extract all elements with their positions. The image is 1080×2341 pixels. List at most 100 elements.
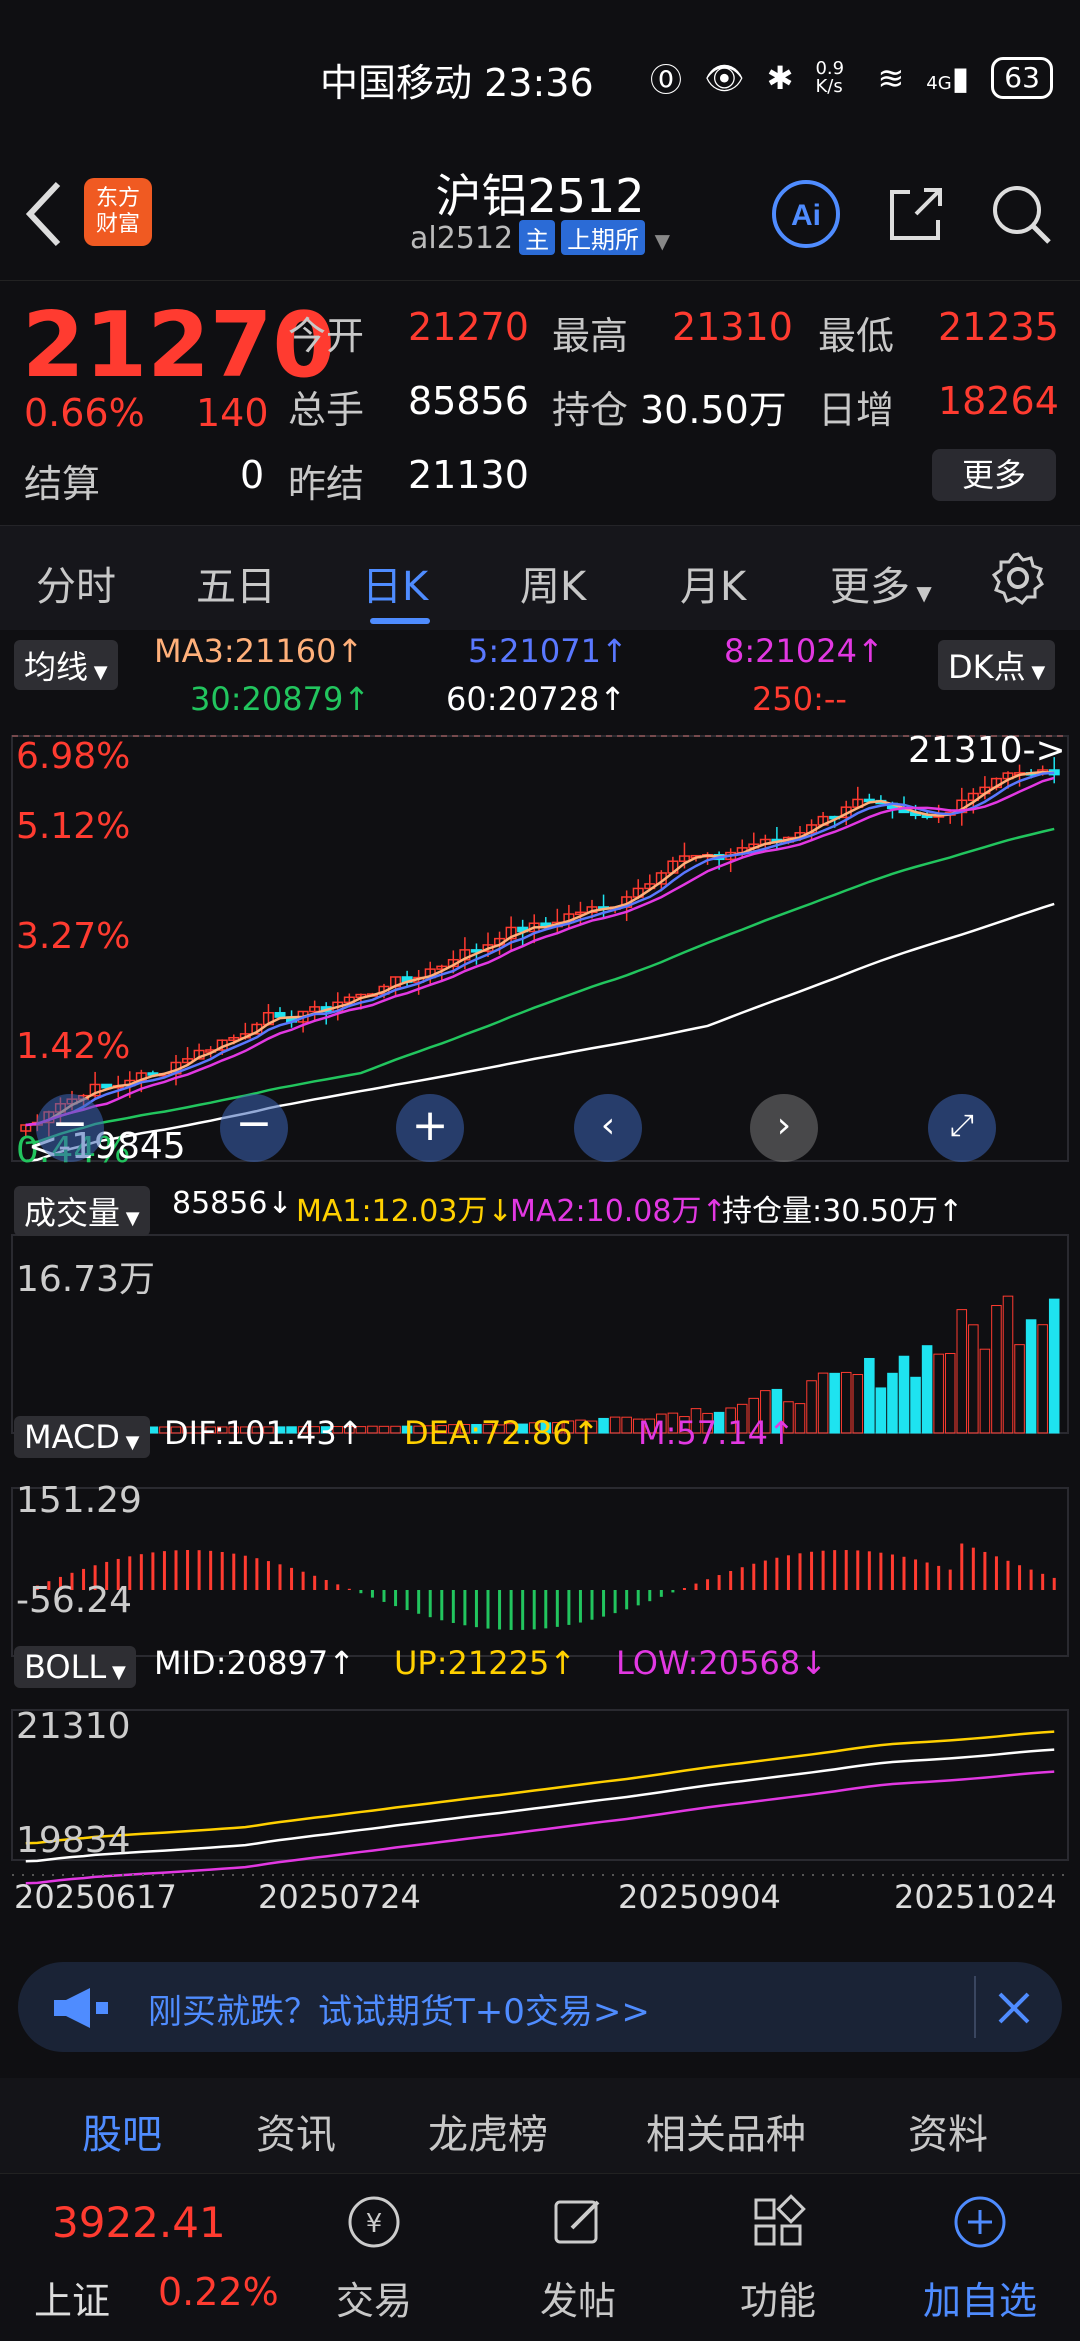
functions-icon[interactable] bbox=[748, 2192, 808, 2252]
tab-five-day[interactable]: 五日 bbox=[196, 554, 276, 612]
svg-text:Ai: Ai bbox=[791, 199, 821, 232]
tab-news[interactable]: 资讯 bbox=[256, 2102, 336, 2160]
volume-bar bbox=[979, 1348, 991, 1434]
oi-label: 持仓 bbox=[552, 388, 629, 432]
volume-bar bbox=[887, 1372, 898, 1434]
settings-icon[interactable] bbox=[990, 550, 1046, 606]
volume-value-label: 85856↓ bbox=[172, 1186, 293, 1221]
index-value[interactable]: 3922.41 bbox=[52, 2198, 226, 2247]
scroll-right-icon[interactable]: › bbox=[750, 1094, 818, 1162]
zoom-out-icon[interactable]: − bbox=[220, 1094, 288, 1162]
volume-bars bbox=[20, 1295, 1060, 1434]
battery-icon: 63 bbox=[991, 57, 1053, 99]
volume-bar bbox=[944, 1352, 956, 1434]
vol-oi-label: 持仓量:30.50万↑ bbox=[722, 1194, 964, 1229]
close-icon[interactable] bbox=[994, 1988, 1034, 2028]
high-label: 最高 bbox=[552, 314, 629, 358]
kline-candles bbox=[20, 757, 1060, 1137]
tab-related[interactable]: 相关品种 bbox=[646, 2102, 806, 2160]
status-icons: ⓪ 👁 ✱ 0.9 K/s ≋ 4G▮ 63 bbox=[650, 55, 1053, 101]
bottom-nav: 3922.41 上证 0.22% ¥ 交易 发帖 功能 加自选 bbox=[0, 2173, 1080, 2341]
tab-monthly-k[interactable]: 月K bbox=[680, 554, 746, 612]
boll-line bbox=[25, 1730, 1055, 1845]
ma-selector[interactable]: 均线 ▼ bbox=[14, 640, 118, 690]
nav-add-watchlist[interactable]: 加自选 bbox=[900, 2270, 1060, 2325]
open-value: 21270 bbox=[408, 305, 529, 349]
tab-guba[interactable]: 股吧 bbox=[82, 2102, 162, 2160]
ma30-line bbox=[25, 827, 1055, 1145]
tab-more[interactable]: 更多 ▼ bbox=[830, 554, 932, 612]
tab-profile[interactable]: 资料 bbox=[908, 2102, 988, 2160]
pct-label-3: 3.27% bbox=[16, 916, 131, 957]
eye-icon: 👁 bbox=[704, 59, 745, 97]
ma5-label: 5:21071↑ bbox=[468, 632, 628, 670]
status-bar: 中国移动 23:36 ⓪ 👁 ✱ 0.9 K/s ≋ 4G▮ 63 bbox=[0, 0, 1080, 150]
promo-banner[interactable]: 刚买就跌？试试期货T+0交易>> bbox=[18, 1962, 1062, 2052]
volume-bar bbox=[598, 1417, 609, 1434]
volume-bar bbox=[852, 1374, 864, 1434]
more-button[interactable]: 更多 bbox=[932, 449, 1056, 501]
boll-max-label: 21310 bbox=[16, 1706, 131, 1747]
period-tabs: 分时 五日 日K 周K 月K 更多 ▼ bbox=[0, 525, 1080, 632]
search-icon[interactable] bbox=[985, 178, 1057, 250]
volume-bar bbox=[390, 1425, 401, 1434]
bluetooth-icon: ✱ bbox=[766, 59, 794, 97]
macd-selector[interactable]: MACD ▼ bbox=[14, 1416, 150, 1458]
tab-intraday[interactable]: 分时 bbox=[36, 554, 116, 612]
volume-bar bbox=[1025, 1319, 1037, 1434]
m-label: M:57.14↑ bbox=[638, 1414, 795, 1452]
nav-functions[interactable]: 功能 bbox=[698, 2270, 858, 2325]
zoom-out-button[interactable]: − bbox=[36, 1094, 104, 1162]
prev-settle-label: 昨结 bbox=[288, 462, 365, 506]
volume-bar bbox=[817, 1372, 829, 1434]
speed-indicator: 0.9 K/s bbox=[815, 58, 845, 97]
pct-label-top: 6.98% bbox=[16, 736, 131, 777]
ma-lines bbox=[25, 770, 1055, 1163]
app-header: 东方 财富 沪铝2512 al2512 主上期所 ▼ Ai bbox=[0, 150, 1080, 280]
boll-up-label: UP:21225↑ bbox=[394, 1644, 577, 1682]
post-icon[interactable] bbox=[548, 2192, 608, 2252]
share-icon[interactable] bbox=[880, 178, 952, 250]
prev-settle-value: 21130 bbox=[408, 453, 529, 497]
date-label-4: 20251024 bbox=[894, 1878, 1057, 1916]
boll-line bbox=[25, 1770, 1055, 1885]
change-value: 140 bbox=[196, 391, 269, 435]
date-label-3: 20250904 bbox=[618, 1878, 781, 1916]
volume-bar bbox=[829, 1372, 840, 1434]
index-change[interactable]: 0.22% bbox=[158, 2270, 279, 2314]
pct-label-4: 1.42% bbox=[16, 1026, 131, 1067]
volume-bar bbox=[875, 1387, 887, 1434]
volume-bar bbox=[898, 1355, 910, 1434]
macd-min-label: -56.24 bbox=[16, 1580, 133, 1621]
pct-label-2: 5.12% bbox=[16, 806, 131, 847]
nav-post[interactable]: 发帖 bbox=[498, 2270, 658, 2325]
volume-bar bbox=[910, 1376, 921, 1434]
kline-svg bbox=[11, 735, 1069, 1885]
ma8-label: 8:21024↑ bbox=[724, 632, 884, 670]
ai-icon[interactable]: Ai bbox=[770, 178, 842, 250]
change-pct: 0.66% bbox=[24, 391, 145, 435]
nav-trade[interactable]: 交易 bbox=[294, 2270, 454, 2325]
daily-change-label: 日增 bbox=[818, 388, 895, 432]
boll-selector[interactable]: BOLL ▼ bbox=[14, 1646, 136, 1688]
volume-bar bbox=[933, 1353, 944, 1434]
tab-weekly-k[interactable]: 周K bbox=[520, 554, 586, 612]
zoom-in-icon[interactable]: + bbox=[396, 1094, 464, 1162]
ma30-label: 30:20879↑ bbox=[190, 680, 371, 718]
index-name[interactable]: 上证 bbox=[34, 2270, 110, 2325]
scroll-left-icon[interactable]: ‹ bbox=[574, 1094, 642, 1162]
volume-bar bbox=[991, 1305, 1002, 1434]
kline-chart-area[interactable]: 均线 ▼ MA3:21160↑ 5:21071↑ 8:21024↑ 30:208… bbox=[0, 630, 1080, 1940]
daily-change-value: 18264 bbox=[938, 379, 1059, 423]
dk-point-selector[interactable]: DK点 ▼ bbox=[938, 640, 1056, 690]
volume-max-label: 16.73万 bbox=[16, 1259, 156, 1300]
tab-dragon-tiger[interactable]: 龙虎榜 bbox=[428, 2102, 548, 2160]
tab-daily-k[interactable]: 日K bbox=[362, 554, 428, 612]
promo-text[interactable]: 刚买就跌？试试期货T+0交易>> bbox=[148, 1984, 650, 2033]
oi-value: 30.50万 bbox=[640, 388, 787, 432]
fullscreen-icon[interactable]: ⤢ bbox=[928, 1094, 996, 1162]
add-watchlist-icon[interactable] bbox=[950, 2192, 1010, 2252]
trade-icon[interactable]: ¥ bbox=[344, 2192, 404, 2252]
settle-label: 结算 bbox=[24, 462, 101, 506]
volume-selector[interactable]: 成交量 ▼ bbox=[14, 1186, 150, 1236]
